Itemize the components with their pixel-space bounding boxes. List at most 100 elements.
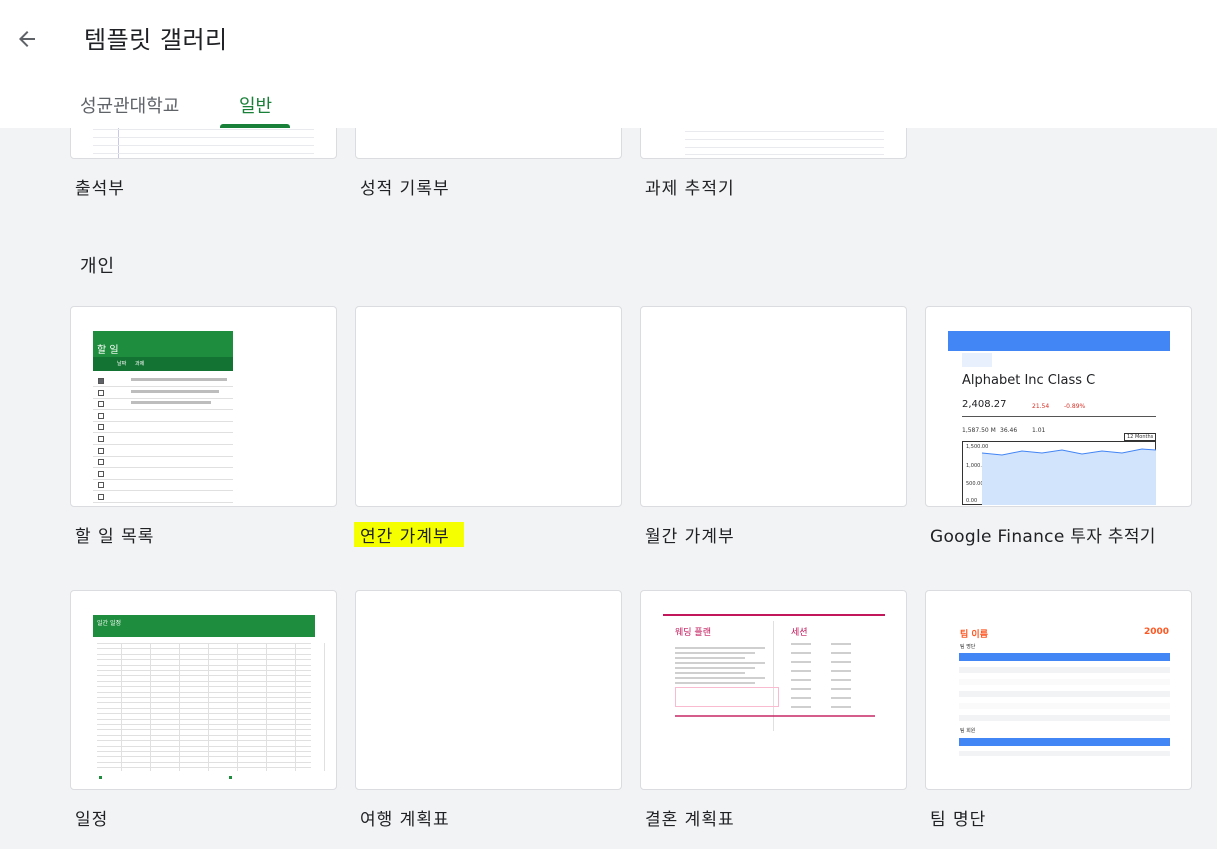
schedule-thumb-col	[150, 643, 151, 771]
finance-thumb-chart	[982, 448, 1156, 505]
schedule-thumb-row	[97, 751, 311, 752]
todo-thumb-row	[93, 397, 233, 399]
template-label-travel[interactable]: 여행 계획표	[360, 805, 450, 830]
wedding-thumb-text	[675, 667, 755, 669]
todo-thumb-header-date: 날짜	[117, 361, 127, 367]
schedule-thumb-row	[97, 643, 311, 644]
template-label-finance[interactable]: Google Finance 투자 추적기	[930, 522, 1156, 547]
template-thumb-annual-budget[interactable]	[355, 306, 622, 507]
template-label-schedule[interactable]: 일정	[75, 805, 108, 830]
schedule-thumb-row	[97, 670, 311, 671]
schedule-thumb-row	[97, 756, 311, 758]
finance-thumb-cap: 1,587.50 M	[962, 427, 996, 434]
wedding-thumb-text	[791, 670, 811, 672]
wedding-thumb-text	[675, 682, 755, 684]
template-label-grades[interactable]: 성적 기록부	[360, 174, 450, 199]
schedule-thumb-row	[97, 745, 311, 747]
wedding-thumb-sub: 세션	[791, 628, 808, 638]
template-label-team[interactable]: 팀 명단	[930, 805, 986, 830]
todo-thumb-header-task: 과제	[135, 361, 145, 367]
template-label-attendance[interactable]: 출석부	[75, 174, 125, 199]
todo-thumb-text	[131, 378, 227, 381]
team-thumb-row	[959, 679, 1170, 685]
tab-indicator	[220, 124, 290, 128]
checkbox-icon	[98, 470, 104, 477]
tab-general[interactable]: 일반	[239, 92, 272, 118]
schedule-thumb-row	[97, 702, 311, 704]
checkbox-icon	[98, 459, 104, 466]
team-thumb-row	[959, 715, 1170, 721]
todo-thumb-row	[93, 455, 233, 457]
wedding-thumb-text	[831, 670, 851, 672]
wedding-thumb-text	[791, 652, 811, 654]
template-thumb-travel[interactable]	[355, 590, 622, 790]
template-thumb-monthly-budget[interactable]	[640, 306, 907, 507]
finance-thumb-change: 21.54	[1032, 403, 1050, 410]
template-thumb-finance[interactable]: Alphabet Inc Class C 2,408.27 21.54 -0.8…	[925, 306, 1192, 507]
schedule-thumb-row	[97, 718, 311, 720]
tab-skku[interactable]: 성균관대학교	[80, 92, 179, 118]
todo-thumb-row	[93, 420, 233, 422]
template-thumb-team[interactable]: 팀 이름 2000 팀 명단 팀 회원	[925, 590, 1192, 790]
schedule-thumb-row	[97, 761, 311, 763]
checkbox-icon	[98, 424, 104, 431]
schedule-thumb-row	[97, 734, 311, 736]
header: 템플릿 갤러리 성균관대학교 일반	[0, 0, 1217, 128]
back-button[interactable]	[10, 22, 44, 56]
finance-thumb-price: 2,408.27	[962, 399, 1007, 410]
todo-thumb-row	[93, 467, 233, 469]
schedule-thumb-row	[97, 680, 311, 682]
wedding-thumb-text	[831, 643, 851, 645]
schedule-thumb-col	[266, 643, 267, 771]
todo-thumb-title: 할 일	[97, 345, 119, 356]
team-thumb-row	[959, 667, 1170, 673]
template-thumb-schedule[interactable]: 일간 일정	[70, 590, 337, 790]
schedule-thumb-row	[97, 691, 311, 693]
wedding-thumb-text	[831, 706, 851, 708]
template-label-wedding[interactable]: 결혼 계획표	[645, 805, 735, 830]
checkbox-icon	[98, 401, 104, 408]
wedding-thumb-text	[831, 661, 851, 663]
finance-thumb-y4: 0.00	[966, 498, 978, 504]
template-label-annual-budget[interactable]: 연간 가계부	[354, 522, 464, 547]
schedule-thumb-row	[97, 664, 311, 666]
page-title: 템플릿 갤러리	[84, 26, 228, 54]
finance-thumb-range: 12 Months	[1127, 434, 1154, 440]
schedule-thumb-row	[97, 659, 311, 661]
schedule-thumb-row	[97, 707, 311, 709]
wedding-thumb-text	[675, 672, 745, 674]
schedule-thumb-row	[97, 724, 311, 725]
schedule-thumb-row	[97, 713, 311, 715]
schedule-thumb-col	[121, 643, 122, 771]
team-thumb-h2: 팀 회원	[960, 728, 976, 734]
todo-thumb-row	[93, 444, 233, 445]
arrow-back-icon	[19, 31, 35, 47]
wedding-thumb-text	[791, 643, 811, 645]
section-title-personal: 개인	[80, 256, 116, 277]
template-label-monthly-budget[interactable]: 월간 가계부	[645, 522, 735, 547]
checkbox-icon	[98, 389, 104, 396]
schedule-thumb-title: 일간 일정	[97, 620, 121, 627]
wedding-thumb-text	[791, 697, 811, 699]
todo-thumb-row	[93, 478, 233, 480]
todo-thumb-row	[93, 490, 233, 492]
checkbox-icon	[98, 436, 104, 442]
template-label-assignments[interactable]: 과제 추적기	[645, 174, 735, 199]
schedule-thumb-col	[208, 643, 209, 771]
wedding-thumb-text	[675, 677, 765, 679]
wedding-thumb-text	[675, 662, 765, 664]
wedding-thumb-text	[791, 679, 811, 681]
team-thumb-h1: 팀 명단	[960, 644, 976, 650]
todo-thumb-text	[131, 401, 211, 405]
wedding-thumb-text	[791, 706, 811, 708]
template-thumb-todo[interactable]: 할 일 날짜 과제	[70, 306, 337, 507]
template-thumb-wedding[interactable]: 웨딩 플랜 세션	[640, 590, 907, 790]
schedule-thumb-col	[295, 643, 296, 771]
wedding-thumb-text	[675, 647, 765, 649]
wedding-thumb-text	[675, 652, 755, 654]
wedding-thumb-text	[675, 657, 745, 659]
checkbox-icon	[98, 412, 104, 419]
schedule-thumb-col	[179, 643, 180, 771]
template-label-todo[interactable]: 할 일 목록	[75, 522, 154, 547]
schedule-thumb-row	[97, 697, 311, 698]
